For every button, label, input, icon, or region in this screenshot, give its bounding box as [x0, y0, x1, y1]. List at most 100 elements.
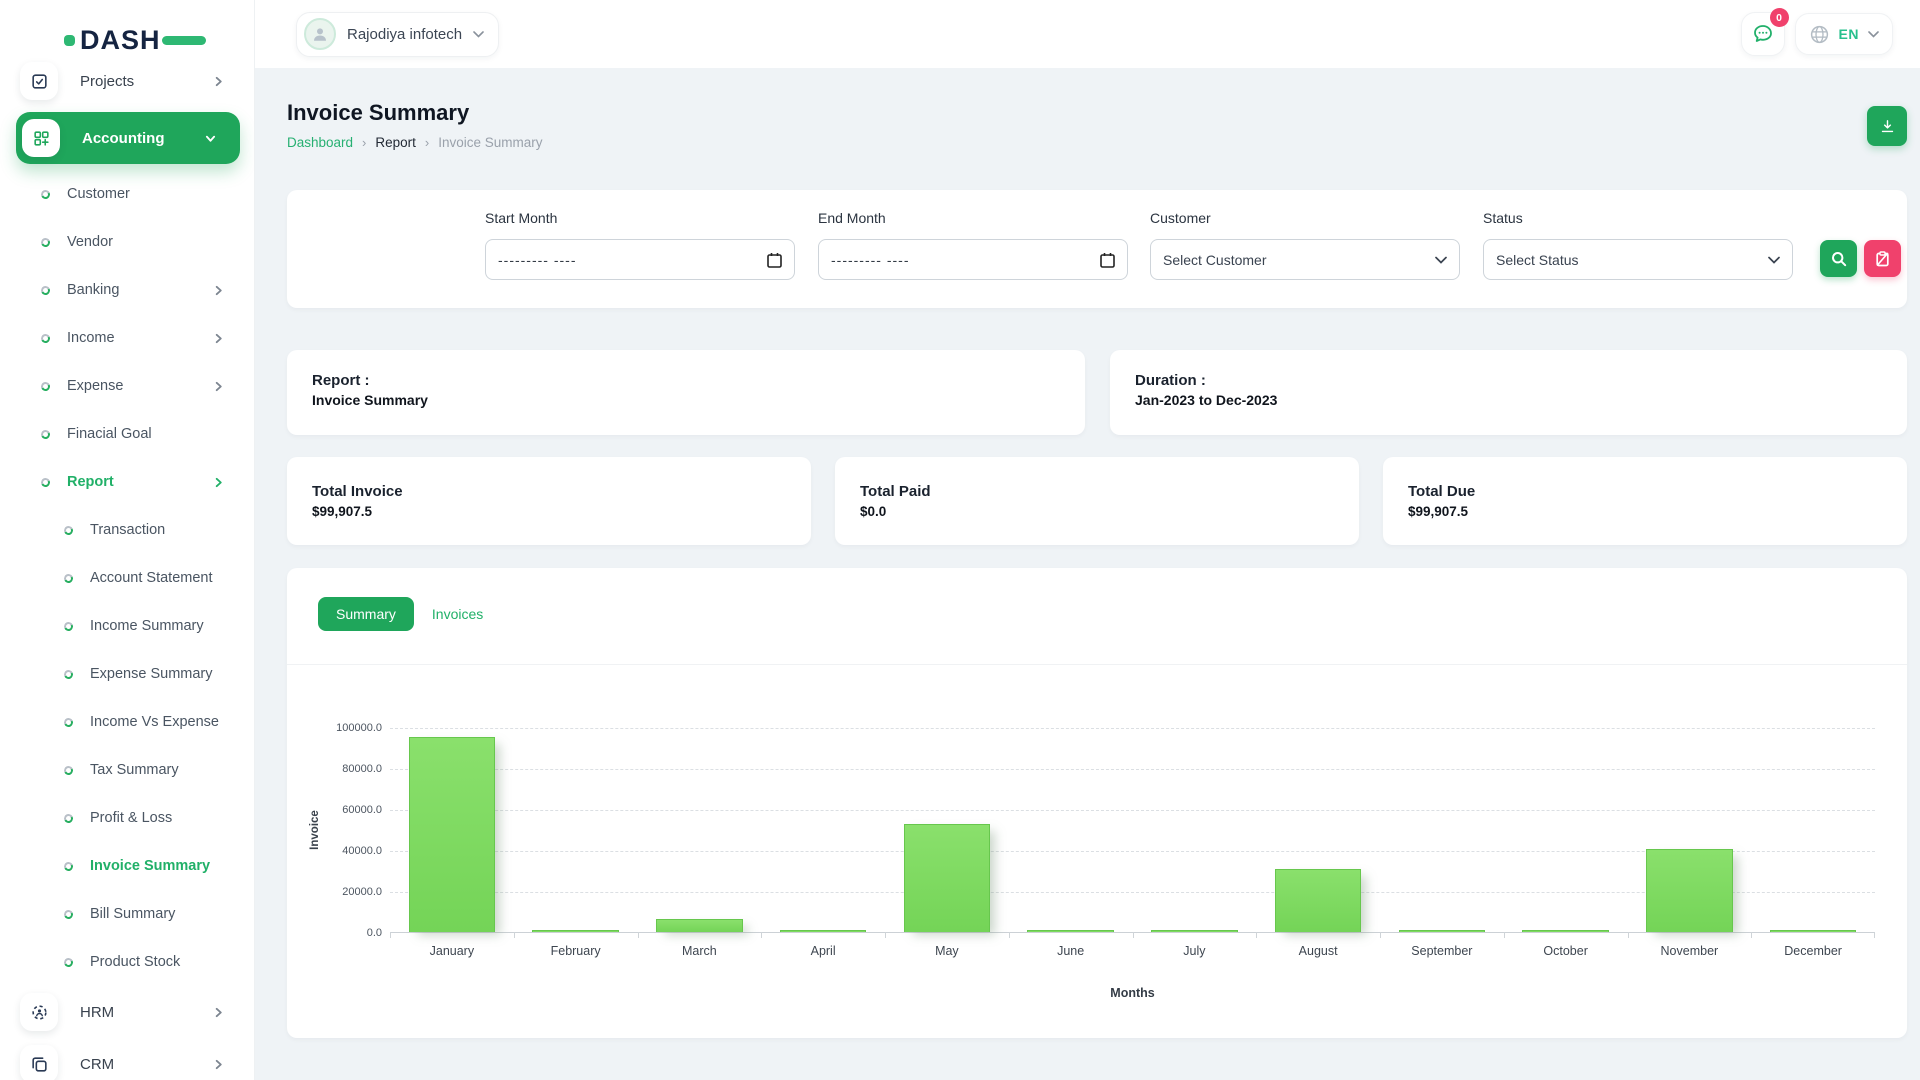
x-tick-label: October — [1504, 944, 1628, 958]
clipboard-check-icon — [20, 62, 58, 100]
start-month-input[interactable]: --------- ---- — [485, 239, 795, 280]
chevron-right-icon — [213, 1007, 224, 1018]
status-select[interactable]: Select Status — [1483, 239, 1793, 280]
chart-card: SummaryInvoices Invoice 0.020000.040000.… — [287, 568, 1907, 1038]
total-label: Total Due — [1408, 483, 1882, 500]
hrm-target-icon — [20, 993, 58, 1031]
sidebar-item-banking[interactable]: Banking — [0, 266, 254, 314]
company-selector[interactable]: Rajodiya infotech — [296, 12, 499, 57]
bar-august — [1275, 869, 1362, 932]
page-header: Invoice Summary Dashboard›Report›Invoice… — [287, 100, 1907, 150]
sidebar-item-transaction[interactable]: Transaction — [0, 506, 254, 554]
sidebar-item-finacial-goal[interactable]: Finacial Goal — [0, 410, 254, 458]
sidebar-item-invoice-summary[interactable]: Invoice Summary — [0, 842, 254, 890]
report-info-card: Report : Invoice Summary — [287, 350, 1085, 435]
bullet-icon — [63, 716, 75, 728]
x-tick-label: July — [1133, 944, 1257, 958]
sidebar-item-label: Profit & Loss — [90, 810, 172, 826]
sidebar-item-account-statement[interactable]: Account Statement — [0, 554, 254, 602]
total-value: $99,907.5 — [1408, 504, 1882, 519]
axis-tick — [761, 932, 762, 938]
start-month-label: Start Month — [485, 210, 795, 226]
chat-bubble-icon — [1751, 22, 1775, 46]
chart-slot-august: August — [1256, 728, 1380, 932]
axis-tick — [1874, 932, 1875, 938]
chart-slot-july: July — [1133, 728, 1257, 932]
sidebar-item-label: Bill Summary — [90, 906, 175, 922]
reset-filter-button[interactable] — [1864, 240, 1901, 277]
bar-december — [1770, 930, 1857, 932]
chart-slot-may: May — [885, 728, 1009, 932]
bullet-icon — [63, 668, 75, 680]
sidebar-item-tax-summary[interactable]: Tax Summary — [0, 746, 254, 794]
breadcrumb-item-report[interactable]: Report — [375, 135, 416, 150]
logo-dot-icon — [64, 35, 75, 46]
bar-july — [1151, 930, 1238, 932]
sidebar-item-income[interactable]: Income — [0, 314, 254, 362]
app-logo[interactable]: DASH — [0, 0, 254, 58]
report-label: Report : — [312, 372, 1060, 389]
axis-tick — [1380, 932, 1381, 938]
chevron-right-icon — [213, 333, 224, 344]
sidebar-item-bill-summary[interactable]: Bill Summary — [0, 890, 254, 938]
download-icon — [1879, 118, 1896, 135]
report-info-row: Report : Invoice Summary Duration : Jan-… — [287, 350, 1907, 435]
bullet-icon — [40, 476, 52, 488]
y-tick-label: 0.0 — [367, 927, 382, 939]
sidebar-item-accounting[interactable]: Accounting — [16, 112, 240, 164]
language-selector[interactable]: EN — [1795, 13, 1893, 55]
sidebar-item-label: Invoice Summary — [90, 858, 210, 874]
start-month-group: Start Month --------- ---- — [485, 210, 795, 280]
tab-summary[interactable]: Summary — [318, 597, 414, 631]
sidebar-item-report[interactable]: Report — [0, 458, 254, 506]
customer-select[interactable]: Select Customer — [1150, 239, 1460, 280]
clear-filter-icon — [1875, 251, 1890, 267]
sidebar-item-expense[interactable]: Expense — [0, 362, 254, 410]
axis-tick — [1133, 932, 1134, 938]
breadcrumb: Dashboard›Report›Invoice Summary — [287, 135, 1907, 150]
sidebar-item-profit-loss[interactable]: Profit & Loss — [0, 794, 254, 842]
chevron-right-icon — [213, 285, 224, 296]
customer-label: Customer — [1150, 210, 1460, 226]
x-tick-label: February — [514, 944, 638, 958]
bar-may — [904, 824, 991, 932]
sidebar-item-income-summary[interactable]: Income Summary — [0, 602, 254, 650]
end-month-input[interactable]: --------- ---- — [818, 239, 1128, 280]
y-tick-label: 20000.0 — [342, 886, 382, 898]
language-code: EN — [1839, 26, 1859, 42]
report-value: Invoice Summary — [312, 392, 1060, 408]
messages-button[interactable]: 0 — [1741, 12, 1785, 56]
sidebar-item-label: Banking — [67, 282, 119, 298]
bar-february — [532, 930, 619, 932]
bullet-icon — [63, 524, 75, 536]
axis-tick — [638, 932, 639, 938]
x-tick-label: September — [1380, 944, 1504, 958]
x-tick-label: January — [390, 944, 514, 958]
breadcrumb-separator-icon: › — [425, 135, 429, 150]
bar-june — [1027, 930, 1114, 932]
sidebar-item-label: CRM — [80, 1056, 114, 1073]
sidebar-item-label: Vendor — [67, 234, 113, 250]
download-report-button[interactable] — [1867, 106, 1907, 146]
chart-tabs: Summary Invoices — [318, 597, 483, 631]
sidebar-item-projects[interactable]: Projects — [0, 55, 254, 107]
y-tick-label: 60000.0 — [342, 804, 382, 816]
breadcrumb-item-dashboard[interactable]: Dashboard — [287, 135, 353, 150]
sidebar-item-vendor[interactable]: Vendor — [0, 218, 254, 266]
chevron-right-icon — [213, 1059, 224, 1070]
sidebar-item-hrm[interactable]: HRM — [0, 986, 254, 1038]
total-label: Total Invoice — [312, 483, 786, 500]
apply-filter-button[interactable] — [1820, 240, 1857, 277]
bullet-icon — [40, 284, 52, 296]
sidebar-item-product-stock[interactable]: Product Stock — [0, 938, 254, 986]
sidebar-item-expense-summary[interactable]: Expense Summary — [0, 650, 254, 698]
bullet-icon — [40, 188, 52, 200]
x-tick-label: June — [1009, 944, 1133, 958]
sidebar-item-income-vs-expense[interactable]: Income Vs Expense — [0, 698, 254, 746]
sidebar-item-crm[interactable]: CRM — [0, 1038, 254, 1080]
calendar-icon — [767, 252, 782, 268]
tab-invoices[interactable]: Invoices — [432, 606, 483, 622]
sidebar-item-label: Income — [67, 330, 115, 346]
bullet-icon — [63, 620, 75, 632]
sidebar-item-customer[interactable]: Customer — [0, 170, 254, 218]
